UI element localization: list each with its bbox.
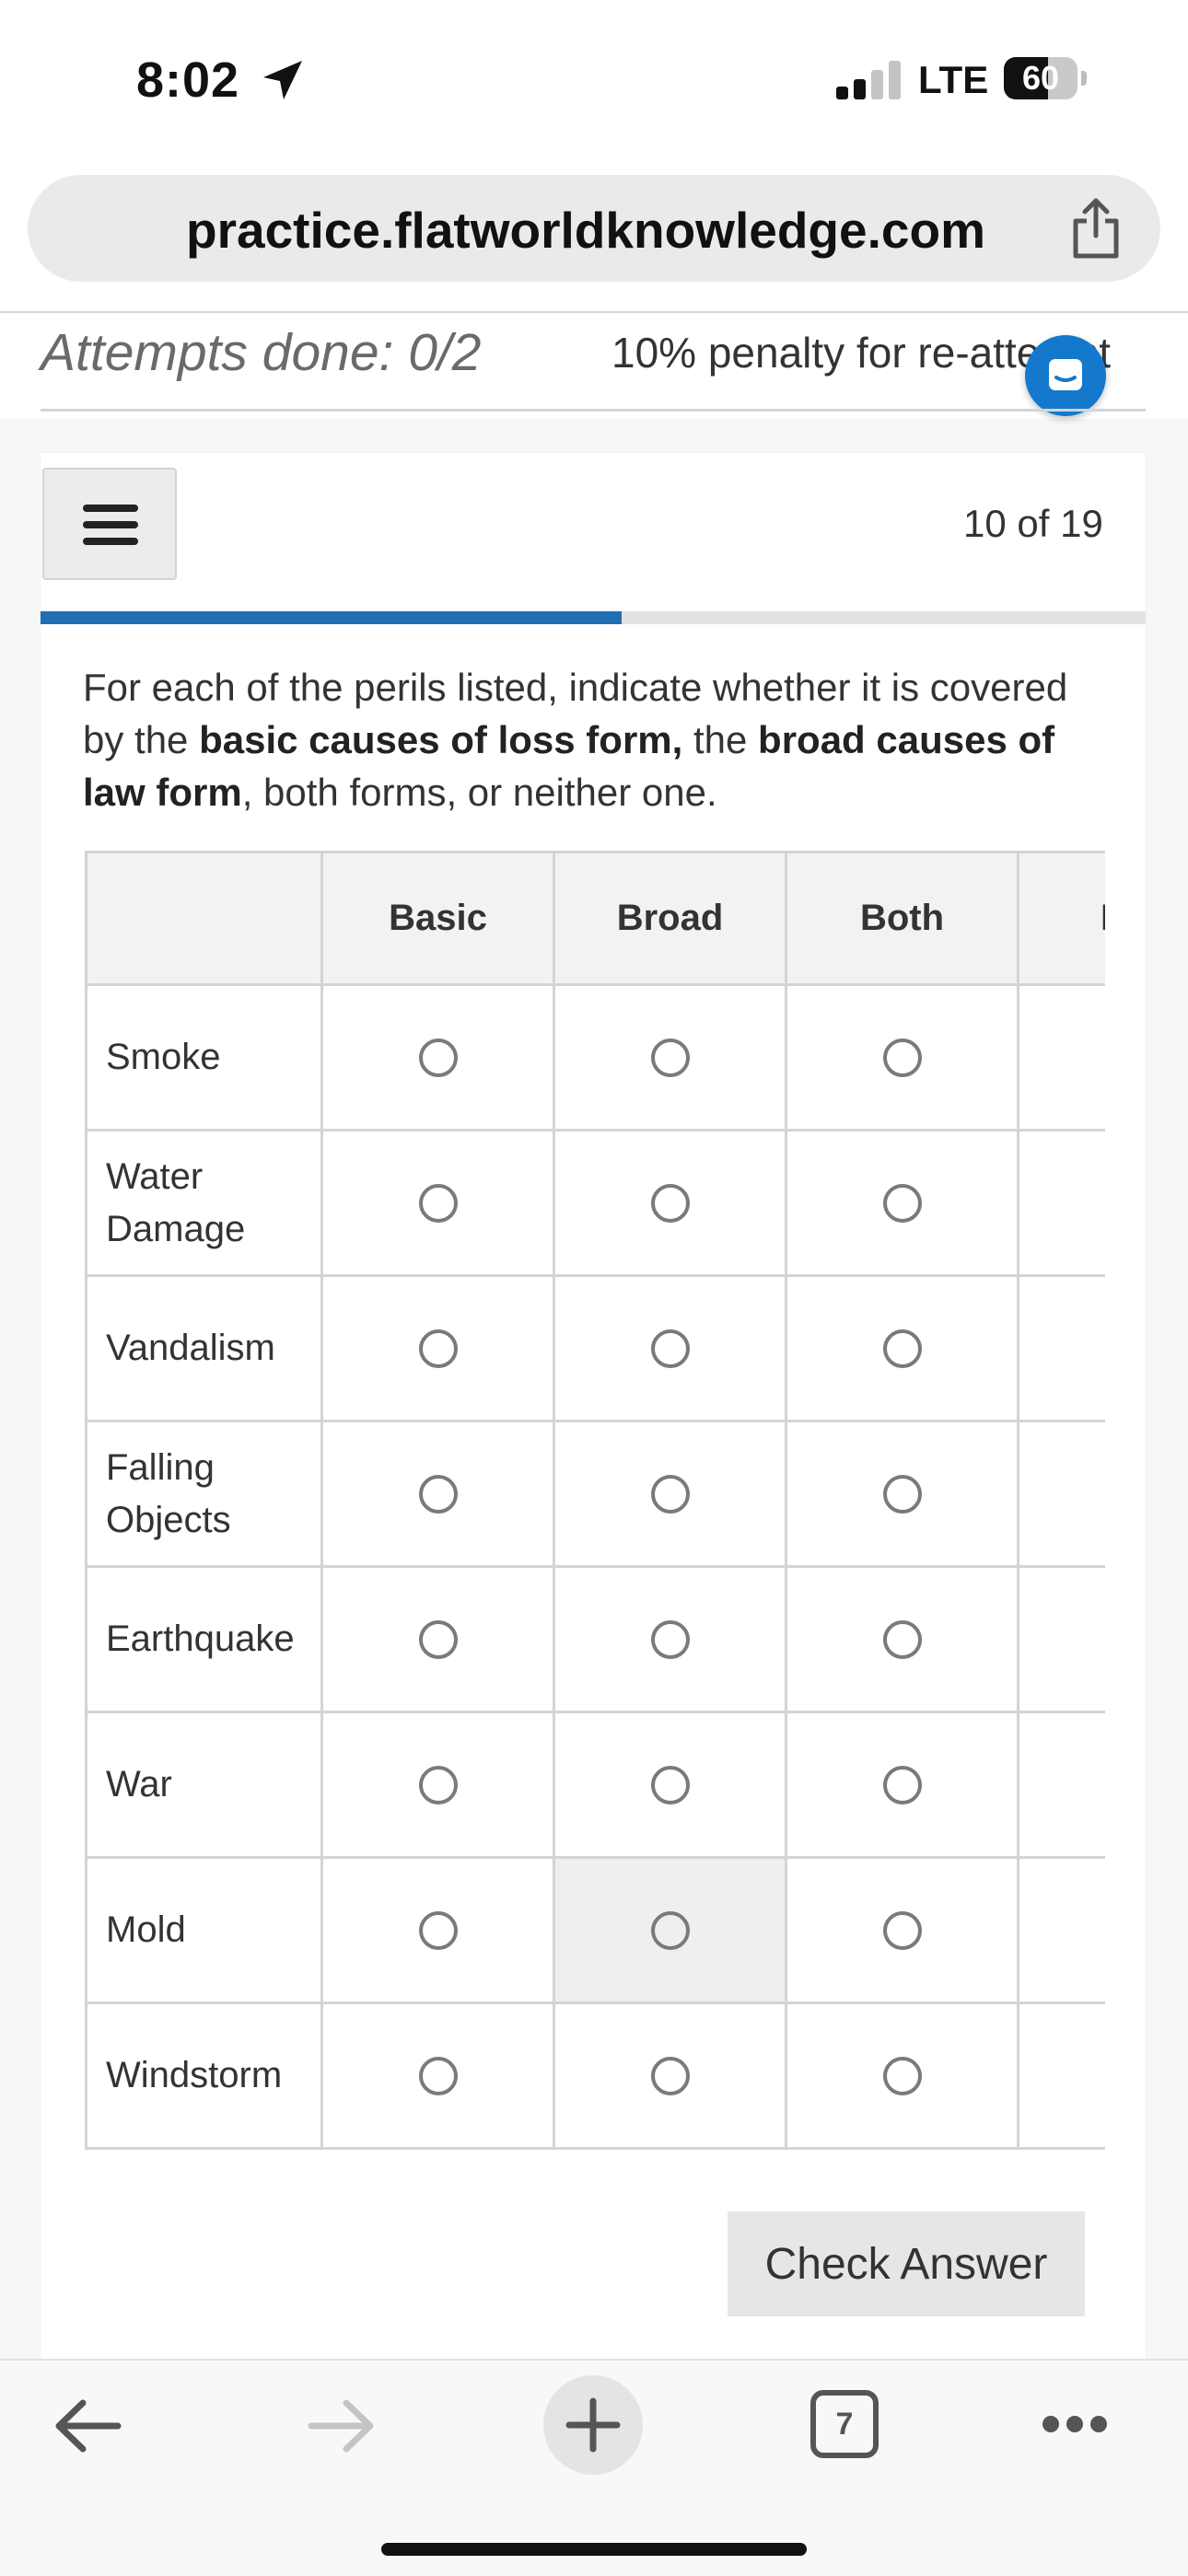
hamburger-menu-icon	[83, 505, 138, 512]
radio-broad[interactable]	[650, 1765, 690, 1804]
clock: 8:02	[136, 52, 240, 108]
share-icon[interactable]	[1068, 195, 1124, 261]
radio-both[interactable]	[882, 1619, 922, 1659]
row-label: Falling Objects	[85, 1420, 323, 1568]
divider	[41, 409, 1146, 412]
table-row: Water Damage	[85, 1129, 1105, 1277]
check-answer-button[interactable]: Check Answer	[728, 2211, 1085, 2316]
row-label: Water Damage	[85, 1129, 323, 1277]
column-header: Both	[785, 851, 1019, 986]
radio-broad[interactable]	[650, 1038, 690, 1077]
column-header: Basic	[320, 851, 555, 986]
progress-bar	[41, 611, 1146, 624]
answer-grid-container[interactable]: Basic Broad Both Neither Smoke Water Dam…	[85, 851, 1105, 2151]
attempts-count: Attempts done: 0/2	[41, 323, 482, 382]
forward-arrow-icon[interactable]	[304, 2394, 378, 2458]
table-row: Mold	[85, 1856, 1105, 2004]
status-bar: 8:02 LTE 60	[0, 0, 1188, 157]
question-prompt: For each of the perils listed, indicate …	[83, 666, 1068, 814]
plus-icon	[565, 2397, 621, 2453]
chat-button[interactable]	[1025, 335, 1106, 416]
url-text[interactable]: practice.flatworldknowledge.com	[186, 201, 985, 260]
row-label: Vandalism	[85, 1274, 323, 1422]
table-row: Windstorm	[85, 2002, 1105, 2150]
location-arrow-icon	[263, 61, 302, 99]
back-arrow-icon[interactable]	[52, 2394, 125, 2458]
battery-percent: 60	[1021, 59, 1060, 97]
radio-broad[interactable]	[650, 1910, 690, 1950]
row-label: War	[85, 1711, 323, 1859]
table-row: War	[85, 1711, 1105, 1859]
radio-broad[interactable]	[650, 1619, 690, 1659]
home-indicator	[381, 2543, 807, 2556]
network-type: LTE	[918, 58, 989, 101]
radio-basic[interactable]	[418, 1038, 458, 1077]
radio-both[interactable]	[882, 1329, 922, 1368]
column-header: Neither	[1017, 851, 1105, 986]
radio-basic[interactable]	[418, 1183, 458, 1223]
table-row: Falling Objects	[85, 1420, 1105, 1568]
radio-basic[interactable]	[418, 2056, 458, 2095]
radio-basic[interactable]	[418, 1619, 458, 1659]
tabs-button[interactable]: 7	[810, 2390, 879, 2458]
table-row: Vandalism	[85, 1274, 1105, 1422]
divider	[0, 311, 1188, 313]
radio-basic[interactable]	[418, 1910, 458, 1950]
radio-both[interactable]	[882, 1765, 922, 1804]
table-row: Earthquake	[85, 1565, 1105, 1713]
more-options-icon[interactable]	[1042, 2416, 1114, 2437]
question-counter: 10 of 19	[963, 502, 1103, 545]
radio-broad[interactable]	[650, 1474, 690, 1514]
row-label: Mold	[85, 1856, 323, 2004]
radio-broad[interactable]	[650, 2056, 690, 2095]
cellular-signal-icon	[836, 61, 901, 99]
menu-button[interactable]	[42, 468, 177, 580]
column-header	[85, 851, 323, 986]
radio-both[interactable]	[882, 1183, 922, 1223]
radio-basic[interactable]	[418, 1329, 458, 1368]
radio-both[interactable]	[882, 1474, 922, 1514]
radio-both[interactable]	[882, 1910, 922, 1950]
table-row: Smoke	[85, 983, 1105, 1131]
row-label: Smoke	[85, 983, 323, 1131]
radio-basic[interactable]	[418, 1474, 458, 1514]
answer-grid: Basic Broad Both Neither Smoke Water Dam…	[85, 851, 1105, 2150]
row-label: Earthquake	[85, 1565, 323, 1713]
header-row: Basic Broad Both Neither	[85, 851, 1105, 986]
radio-broad[interactable]	[650, 1183, 690, 1223]
column-header: Broad	[553, 851, 787, 986]
battery-tip	[1081, 71, 1087, 86]
new-tab-button[interactable]	[543, 2375, 643, 2475]
radio-both[interactable]	[882, 1038, 922, 1077]
progress-fill	[41, 611, 623, 624]
chat-icon	[1049, 359, 1082, 390]
row-label: Windstorm	[85, 2002, 323, 2150]
radio-basic[interactable]	[418, 1765, 458, 1804]
radio-broad[interactable]	[650, 1329, 690, 1368]
address-bar[interactable]: practice.flatworldknowledge.com	[28, 175, 1160, 282]
battery-icon: 60	[1004, 57, 1077, 99]
radio-both[interactable]	[882, 2056, 922, 2095]
